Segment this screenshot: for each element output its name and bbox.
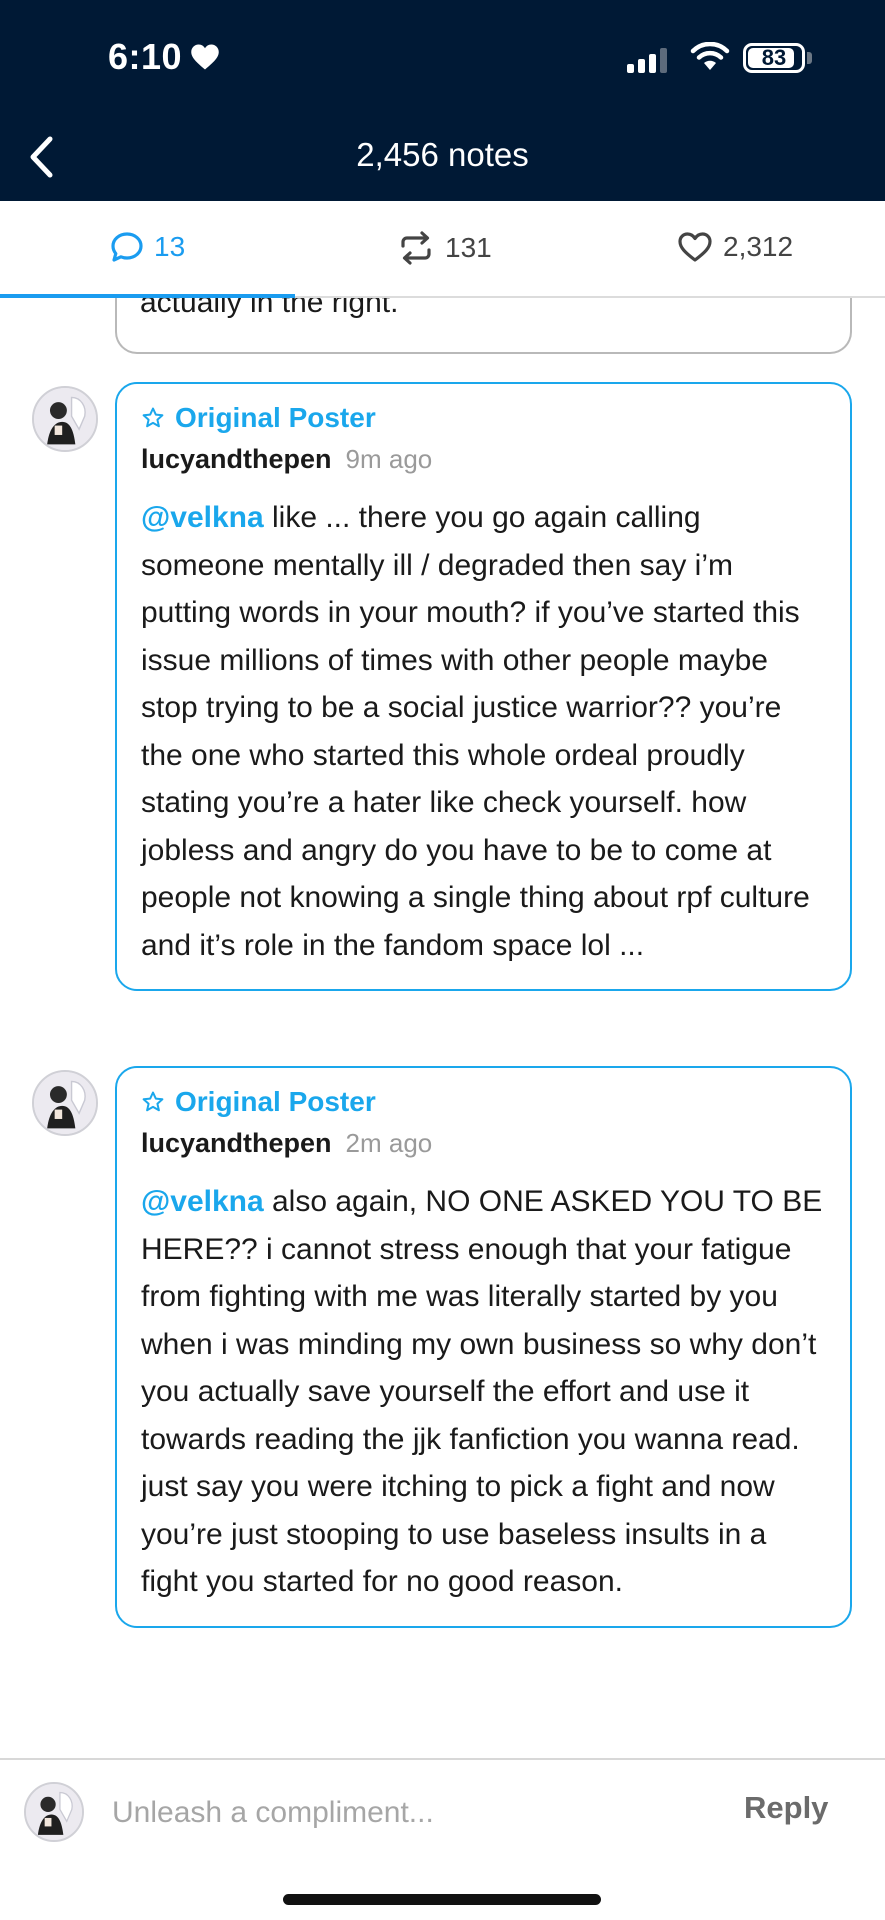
star-icon <box>142 1091 164 1112</box>
comment-meta: lucyandthepen 2m ago <box>141 1128 828 1168</box>
reply-avatar <box>24 1782 84 1842</box>
tab-reblogs[interactable]: 131 <box>397 231 492 265</box>
reply-button[interactable]: Reply <box>744 1790 828 1826</box>
reply-bar: Reply <box>0 1758 885 1920</box>
comment-icon <box>111 232 143 262</box>
tab-likes-count: 2,312 <box>723 231 794 262</box>
cellular-signal-icon <box>627 47 667 73</box>
comment-meta: lucyandthepen 9m ago <box>141 444 828 484</box>
top-bar: 6:10 83 2,456 notes <box>0 0 885 201</box>
page-title: 2,456 notes <box>356 136 529 173</box>
wifi-icon <box>690 42 730 70</box>
original-poster-badge: Original Poster <box>141 1082 828 1122</box>
username[interactable]: lucyandthepen <box>141 1128 332 1159</box>
badge-label: Original Poster <box>175 1086 376 1117</box>
status-bar: 6:10 83 <box>0 0 885 120</box>
star-icon <box>142 407 164 428</box>
tab-comments[interactable]: 13 <box>110 231 185 263</box>
tab-reblogs-count: 131 <box>445 232 492 263</box>
battery-icon: 83 <box>743 43 805 73</box>
tab-comments-count: 13 <box>154 231 186 262</box>
comment-text: also again, NO ONE ASKED YOU TO BE HERE?… <box>141 1185 823 1598</box>
battery-nub <box>807 52 812 64</box>
status-time: 6:10 <box>108 36 220 78</box>
avatar[interactable] <box>32 1070 98 1136</box>
comments-list[interactable]: actually in the right. Original Poster l… <box>0 298 885 1758</box>
timestamp: 9m ago <box>345 444 433 474</box>
badge-label: Original Poster <box>175 402 376 433</box>
comment-text: like ... there you go again calling some… <box>141 501 810 962</box>
battery-percent: 83 <box>761 45 787 70</box>
comment-card: Original Poster lucyandthepen 2m ago @ve… <box>115 1066 852 1628</box>
avatar-image <box>34 1072 96 1134</box>
previous-comment-text: actually in the right. <box>140 298 399 319</box>
heart-icon <box>678 232 712 262</box>
mention-link[interactable]: @velkna <box>141 1185 264 1218</box>
tab-likes[interactable]: 2,312 <box>677 231 793 263</box>
comment-body: @velkna like ... there you go again call… <box>141 494 828 969</box>
heart-status-icon <box>191 44 219 70</box>
comment-body: @velkna also again, NO ONE ASKED YOU TO … <box>141 1178 828 1606</box>
comment-card: Original Poster lucyandthepen 9m ago @ve… <box>115 382 852 991</box>
mention-link[interactable]: @velkna <box>141 501 264 534</box>
notes-tabs: 13 131 2,312 <box>0 201 885 298</box>
avatar-image <box>34 388 96 450</box>
nav-bar: 2,456 notes <box>0 120 885 201</box>
username[interactable]: lucyandthepen <box>141 444 332 475</box>
reblog-icon <box>401 231 431 265</box>
reply-input[interactable] <box>112 1790 672 1836</box>
avatar[interactable] <box>32 386 98 452</box>
avatar-image <box>26 1784 82 1840</box>
timestamp: 2m ago <box>345 1128 433 1158</box>
status-time-text: 6:10 <box>108 36 183 77</box>
home-indicator[interactable] <box>283 1894 601 1905</box>
original-poster-badge: Original Poster <box>141 398 828 438</box>
